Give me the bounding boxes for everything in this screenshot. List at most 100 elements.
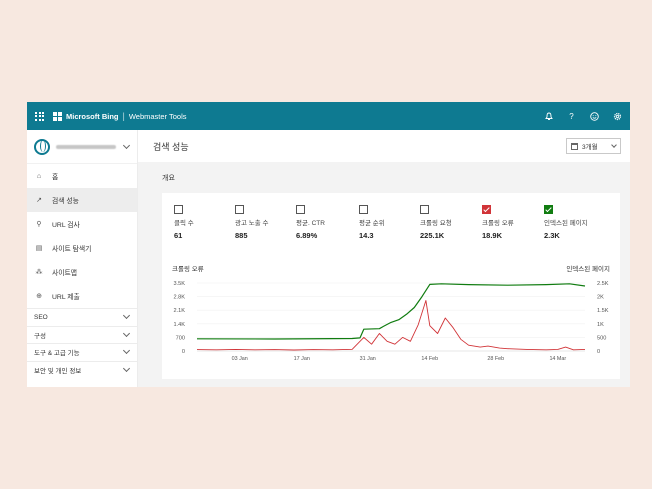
microsoft-logo-icon [53,111,62,121]
document-icon: ▤ [35,245,43,252]
metric-toggle[interactable]: 인덱스된 페이지 2.3K [544,205,606,240]
x-tick-label: 31 Jan [360,356,376,362]
chevron-down-icon [122,364,131,372]
checkbox-checked-icon[interactable] [482,205,491,214]
calendar-icon [571,142,578,150]
metric-label: 광고 노출 수 [235,220,269,227]
site-selector[interactable] [27,130,137,164]
metric-value: 885 [235,231,248,240]
x-tick-label: 03 Jan [232,356,248,362]
x-tick-label: 14 Mar [549,356,566,362]
smiley-icon[interactable] [590,111,599,121]
y-right-tick-label: 2.5K [597,281,609,287]
metric-toggle[interactable]: 클릭 수 61 [174,205,236,240]
metric-value: 61 [174,231,183,240]
metric-toggle[interactable]: 평균 순위 14.3 [359,205,421,240]
metric-toggle[interactable]: 크롤링 오류 18.9K [482,205,544,240]
help-icon[interactable]: ? [567,112,576,121]
y-left-tick-label: 700 [176,335,185,341]
site-url-blurred [56,144,116,149]
section-label: 구성 [34,332,46,340]
trend-icon: ↗ [36,197,42,204]
metric-value: 225.1K [420,231,445,240]
y-left-tick-label: 2.8K [173,295,185,301]
y-left-tick-label: 1.4K [173,322,185,328]
site-globe-icon [34,138,50,155]
nav-url-inspection[interactable]: ⚲ URL 검사 [27,212,137,236]
webmaster-window: Microsoft Bing | Webmaster Tools ? ⌂ 홈 ↗… [27,102,630,387]
metrics-row: 클릭 수 61 광고 노출 수 885 평균. CTR 6.89% 평균 순위 14.3 크롤링… [162,205,620,245]
globe-icon: ⊕ [36,293,42,300]
chevron-down-icon [122,347,131,355]
y-right-tick-label: 0 [597,349,600,355]
nav-label: URL 검사 [52,222,80,229]
x-tick-label: 17 Jan [294,356,310,362]
section-label: 도구 & 고급 기능 [34,350,80,358]
performance-chart: 3.5K 2.8K 2.1K 1.4K 700 0 2.5K 2K 1.5K 1K 500 0 03 J… [173,281,609,362]
chart-right-axis-title: 인덱스된 페이지 [566,266,610,273]
metric-label: 크롤링 오류 [482,220,514,227]
sidebar: ⌂ 홈 ↗ 검색 성능 ⚲ URL 검사 ▤ 사이트 탐색기 ⁂ 사이트맵 ⊕ … [27,130,138,387]
y-right-tick-label: 1K [597,322,604,328]
gear-icon[interactable] [613,112,622,121]
metric-value: 14.3 [359,231,374,240]
brand-divider: | [122,111,125,121]
indexed-pages-line [196,283,586,340]
checkbox-icon[interactable] [420,205,429,214]
nav-section-config[interactable]: 구성 [27,325,137,344]
checkbox-icon[interactable] [359,205,368,214]
metric-toggle[interactable]: 평균. CTR 6.89% [296,205,358,240]
y-right-tick-label: 500 [597,335,606,341]
brand-name: Microsoft Bing [66,111,119,121]
y-right-tick-label: 2K [597,295,604,301]
metric-label: 인덱스된 페이지 [544,220,588,227]
product-name: Webmaster Tools [128,111,187,121]
y-left-tick-label: 3.5K [173,281,185,287]
app-launcher-icon[interactable] [35,111,44,121]
nav-sitemaps[interactable]: ⁂ 사이트맵 [27,260,137,284]
y-right-tick-label: 1.5K [597,308,609,314]
nav-url-submission[interactable]: ⊕ URL 제출 [27,284,137,308]
page-header: 검색 성능 3개월 [138,130,630,162]
metric-toggle[interactable]: 광고 노출 수 885 [235,205,297,240]
metric-label: 클릭 수 [174,220,194,227]
nav-search-performance[interactable]: ↗ 검색 성능 [27,188,137,212]
metric-toggle[interactable]: 크롤링 요청 225.1K [420,205,482,240]
y-left-tick-label: 0 [182,349,185,355]
overview-card: 클릭 수 61 광고 노출 수 885 평균. CTR 6.89% 평균 순위 14.3 크롤링… [162,193,620,379]
checkbox-checked-icon[interactable] [544,205,553,214]
overview-heading: 개요 [162,175,175,182]
chevron-down-icon [122,329,131,337]
y-left-tick-label: 2.1K [173,308,185,314]
date-range-dropdown[interactable]: 3개월 [566,138,621,154]
bell-icon[interactable] [544,112,553,121]
nav-label: 검색 성능 [52,198,79,205]
chevron-down-icon [122,312,131,320]
chart-left-axis-title: 크롤링 오류 [172,266,204,273]
nav-label: 사이트 탐색기 [52,246,92,253]
metric-value: 2.3K [544,231,560,240]
nav-home[interactable]: ⌂ 홈 [27,164,137,188]
nav-section-seo[interactable]: SEO [27,308,137,326]
page-title: 검색 성능 [153,141,189,152]
checkbox-icon[interactable] [174,205,183,214]
main-content: 검색 성능 3개월 개요 클릭 수 61 광고 노출 수 885 평균. CTR 6.89… [138,130,630,387]
section-label: 보안 및 개인 정보 [34,367,82,375]
checkbox-icon[interactable] [296,205,305,214]
sitemap-icon: ⁂ [35,269,43,276]
date-range-value: 3개월 [582,144,598,151]
x-tick-label: 28 Feb [487,356,504,362]
search-icon: ⚲ [36,221,42,228]
x-tick-label: 14 Feb [421,356,438,362]
chevron-down-icon [611,141,617,148]
nav-section-security[interactable]: 보안 및 개인 정보 [27,360,137,379]
nav-label: 사이트맵 [52,270,78,277]
nav-section-tools[interactable]: 도구 & 고급 기능 [27,343,137,361]
metric-label: 평균 순위 [359,220,385,227]
nav-label: URL 제출 [52,294,80,301]
checkbox-icon[interactable] [235,205,244,214]
nav-label: 홈 [52,174,59,181]
top-bar: Microsoft Bing | Webmaster Tools ? [27,102,630,130]
nav-site-explorer[interactable]: ▤ 사이트 탐색기 [27,236,137,260]
section-label: SEO [34,313,48,321]
